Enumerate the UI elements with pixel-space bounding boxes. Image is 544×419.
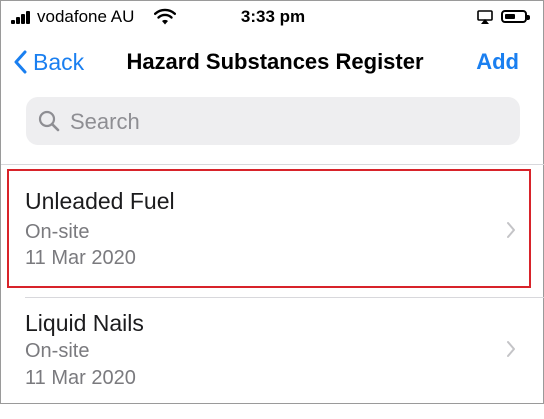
status-bar: vodafone AU 3:33 pm: [1, 1, 544, 35]
screen-mirroring-icon: [477, 10, 493, 24]
item-location: On-site: [25, 340, 90, 362]
chevron-right-icon: [507, 341, 515, 357]
status-time: 3:33 pm: [240, 7, 306, 26]
battery-icon: [501, 10, 530, 23]
item-name: Liquid Nails: [25, 310, 144, 336]
search-icon: [38, 110, 60, 132]
divider: [1, 164, 544, 165]
search-bar[interactable]: [26, 97, 520, 145]
list-item[interactable]: Liquid Nails On-site 11 Mar 2020: [1, 298, 544, 419]
navigation-bar: Back Hazard Substances Register Add: [1, 35, 544, 91]
add-button[interactable]: Add: [476, 49, 519, 75]
screen-frame: vodafone AU 3:33 pm Back Hazard Substanc…: [0, 0, 544, 404]
page-title: Hazard Substances Register: [126, 49, 424, 74]
selection-highlight: [7, 169, 531, 288]
search-input[interactable]: [68, 105, 502, 139]
item-date: 11 Mar 2020: [25, 367, 136, 389]
